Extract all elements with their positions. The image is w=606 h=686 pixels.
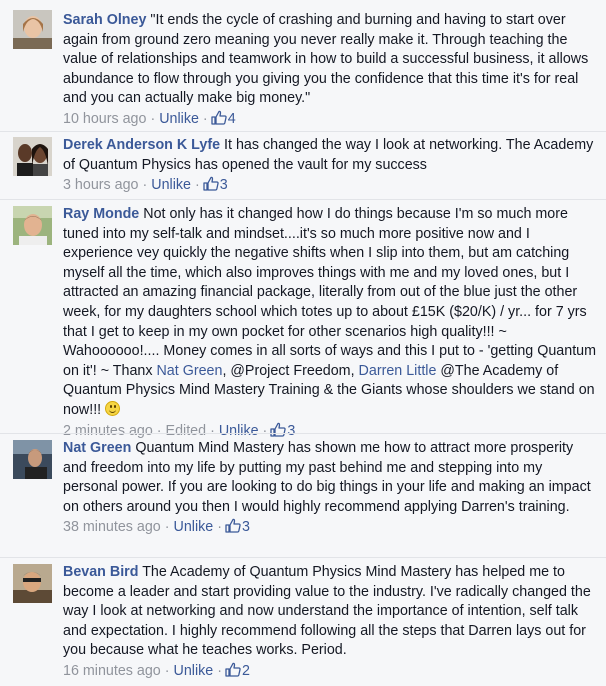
- commenter-name[interactable]: Derek Anderson K Lyfe: [63, 137, 220, 153]
- like-count[interactable]: 3: [242, 519, 250, 535]
- comment-meta: 10 hours ago · Unlike · 4: [63, 110, 598, 132]
- separator: ·: [142, 177, 148, 194]
- thumbs-up-icon[interactable]: [203, 176, 219, 198]
- like-count[interactable]: 2: [242, 663, 250, 679]
- thumbs-up-icon[interactable]: [225, 662, 241, 684]
- comment-text: , @Project Freedom,: [222, 362, 355, 379]
- comment-meta: 3 hours ago · Unlike · 3: [63, 176, 598, 198]
- thumbs-up-icon[interactable]: [211, 110, 227, 132]
- comment-text: Quantum Mind Mastery has shown me how to…: [63, 440, 591, 515]
- separator: ·: [164, 662, 170, 679]
- comment-item: Nat Green Quantum Mind Mastery has shown…: [0, 433, 606, 558]
- like-count[interactable]: 3: [220, 177, 228, 193]
- avatar[interactable]: [13, 440, 52, 479]
- comment-item: Bevan Bird The Academy of Quantum Physic…: [0, 557, 606, 686]
- comment-meta: 16 minutes ago · Unlike · 2: [63, 662, 598, 684]
- unlike-link[interactable]: Unlike: [174, 519, 214, 535]
- commenter-name[interactable]: Nat Green: [63, 440, 131, 456]
- comment-body: Sarah Olney "It ends the cycle of crashi…: [63, 11, 598, 132]
- unlike-link[interactable]: Unlike: [151, 177, 191, 193]
- comment-body: Derek Anderson K Lyfe It has changed the…: [63, 136, 598, 198]
- comment-text: The Academy of Quantum Physics Mind Mast…: [63, 564, 591, 659]
- comment-item: Derek Anderson K Lyfe It has changed the…: [0, 131, 606, 200]
- comment-text: Not only has it changed how I do things …: [63, 206, 597, 379]
- separator: ·: [164, 519, 170, 536]
- comment-body: Ray Monde Not only has it changed how I …: [63, 205, 598, 443]
- unlike-link[interactable]: Unlike: [174, 663, 214, 679]
- avatar[interactable]: [13, 137, 52, 176]
- commenter-name[interactable]: Ray Monde: [63, 206, 139, 222]
- separator: ·: [202, 110, 208, 127]
- timestamp[interactable]: 3 hours ago: [63, 177, 139, 193]
- avatar[interactable]: [13, 206, 52, 245]
- thumbs-up-icon[interactable]: [225, 518, 241, 540]
- comment-item: Ray Monde Not only has it changed how I …: [0, 199, 606, 439]
- avatar[interactable]: [13, 10, 52, 49]
- timestamp[interactable]: 16 minutes ago: [63, 663, 161, 679]
- timestamp[interactable]: 10 hours ago: [63, 111, 146, 127]
- comment-feed: Sarah Olney "It ends the cycle of crashi…: [0, 0, 606, 685]
- avatar[interactable]: [13, 564, 52, 603]
- separator: ·: [194, 177, 200, 194]
- timestamp[interactable]: 38 minutes ago: [63, 519, 161, 535]
- comment-body: Bevan Bird The Academy of Quantum Physic…: [63, 563, 598, 684]
- mention-link[interactable]: Nat Green: [156, 363, 222, 379]
- comment-item: Sarah Olney "It ends the cycle of crashi…: [0, 0, 606, 131]
- separator: ·: [217, 519, 222, 536]
- mention-link[interactable]: Darren Little: [359, 363, 437, 379]
- unlike-link[interactable]: Unlike: [159, 111, 199, 127]
- separator: ·: [217, 662, 222, 679]
- commenter-name[interactable]: Sarah Olney: [63, 12, 146, 28]
- comment-body: Nat Green Quantum Mind Mastery has shown…: [63, 439, 598, 540]
- commenter-name[interactable]: Bevan Bird: [63, 564, 138, 580]
- separator: ·: [150, 110, 156, 127]
- like-count[interactable]: 4: [228, 111, 236, 127]
- comment-meta: 38 minutes ago · Unlike · 3: [63, 518, 598, 540]
- smiley-icon: [105, 400, 121, 416]
